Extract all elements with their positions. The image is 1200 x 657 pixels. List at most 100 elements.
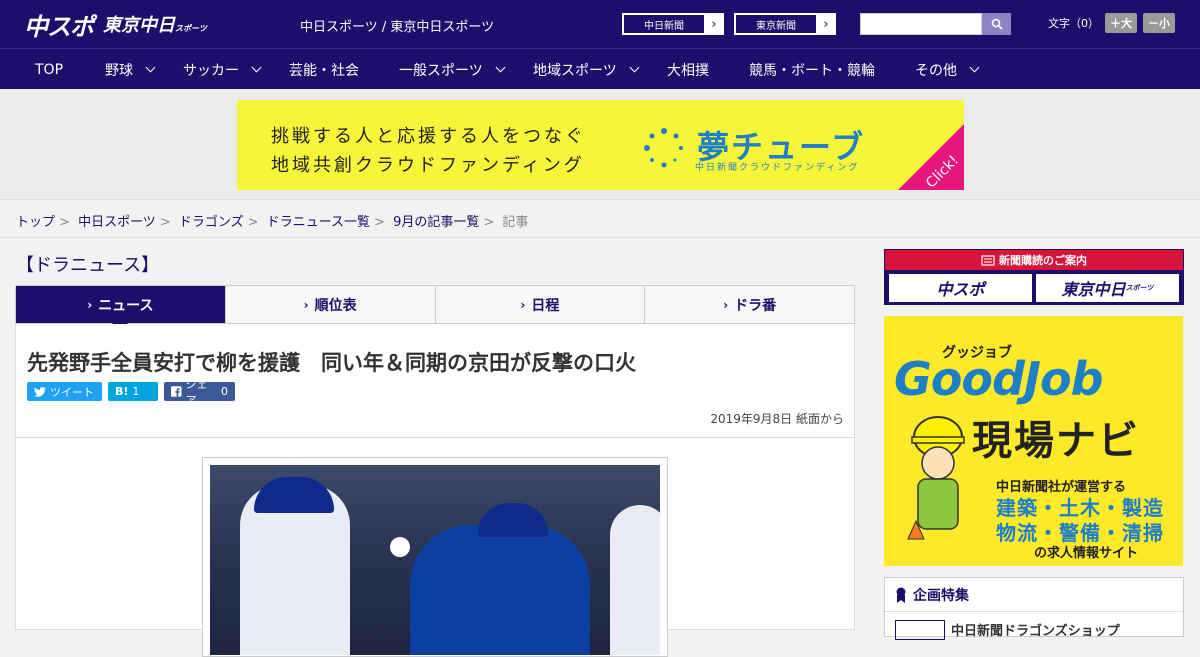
twitter-bird-icon: [34, 386, 46, 397]
nav-label: 地域スポーツ: [533, 62, 617, 79]
breadcrumb-september-list[interactable]: 9月の記事一覧: [393, 215, 479, 230]
nav-item-local-sports[interactable]: 地域スポーツ: [533, 49, 640, 90]
article-photo-frame: [202, 457, 668, 657]
section-tabs: › ニュース › 順位表 › 日程 › ドラ番: [15, 285, 855, 331]
chevron-down-icon: [495, 62, 506, 73]
site-name: 中日スポーツ / 東京中日スポーツ: [300, 20, 495, 35]
breadcrumb-dragons[interactable]: ドラゴンズ: [179, 215, 244, 230]
goodjob-navi: 現場ナビ: [972, 418, 1140, 464]
subscription-title: 新聞購読のご案内: [999, 254, 1087, 267]
tokyo-shimbun-link[interactable]: 東京新聞 ›: [734, 13, 836, 35]
chunichi-shimbun-link[interactable]: 中日新聞 ›: [622, 13, 724, 35]
chunichi-shimbun-label: 中日新聞: [623, 14, 705, 34]
subscribe-chuspo-button[interactable]: 中スポ: [889, 274, 1032, 302]
banner-line-1: 挑戦する人と応援する人をつなぐ: [271, 126, 586, 147]
worker-illustration-icon: [907, 416, 965, 540]
hatena-bookmark-button[interactable]: B! 1: [108, 382, 158, 401]
nav-item-sumo[interactable]: 大相撲: [667, 49, 709, 90]
facebook-count: 0: [221, 385, 228, 398]
feature-item[interactable]: 中日新聞ドラゴンズショップ: [885, 612, 1183, 640]
nav-label: 一般スポーツ: [399, 62, 483, 79]
tab-dora-ban[interactable]: › ドラ番: [645, 286, 854, 323]
font-size-label: 文字（0）: [1048, 17, 1099, 30]
font-size-control: 文字（0） ＋大 －小: [1048, 13, 1175, 33]
nav-label: 大相撲: [667, 62, 709, 79]
goodjob-line-4: の求人情報サイト: [1034, 546, 1139, 561]
nav-item-general-sports[interactable]: 一般スポーツ: [399, 49, 506, 90]
photo-player-center: [410, 525, 590, 655]
article: 先発野手全員安打で柳を援護 同い年＆同期の京田が反撃の口火 ツイート B! 1 …: [15, 324, 855, 657]
photo-cap-center: [478, 503, 548, 537]
tab-news[interactable]: › ニュース: [16, 286, 226, 331]
subscribe-tokyo-label: 東京中日: [1061, 280, 1126, 299]
breadcrumb-current: 記事: [502, 215, 529, 230]
tab-schedule[interactable]: › 日程: [436, 286, 646, 323]
breadcrumb-separator: >: [374, 215, 385, 230]
tab-label: ニュース: [98, 297, 154, 314]
crowdfunding-banner[interactable]: 挑戦する人と応援する人をつなぐ 地域共創クラウドファンディング 夢チューブ 中日…: [237, 100, 964, 190]
font-smaller-button[interactable]: －小: [1143, 13, 1175, 33]
subscribe-tokyo-chunichi-button[interactable]: 東京中日 スポーツ: [1036, 274, 1179, 302]
tweet-button[interactable]: ツイート: [27, 382, 102, 401]
tab-label: 日程: [531, 297, 560, 314]
breadcrumb-chuspo[interactable]: 中日スポーツ: [78, 215, 156, 230]
logo-tokyo-chunichi: 東京中日スポーツ: [103, 11, 207, 37]
nav-item-other[interactable]: その他: [915, 49, 980, 90]
nav-item-racing[interactable]: 競馬・ボート・競輪: [749, 49, 875, 90]
search-input[interactable]: [860, 13, 982, 35]
breadcrumb-top[interactable]: トップ: [16, 215, 55, 230]
feature-box: 企画特集 中日新聞ドラゴンズショップ: [884, 577, 1184, 640]
section-title: 【ドラニュース】: [16, 255, 160, 276]
tab-label: 順位表: [314, 297, 357, 314]
chevron-right-icon: ›: [711, 16, 717, 32]
article-date: 2019年9月8日 紙面から: [710, 412, 844, 426]
facebook-share-button[interactable]: シェア 0: [164, 378, 235, 407]
logo-chuspo: 中スポ: [24, 12, 94, 41]
nav-item-entertainment[interactable]: 芸能・社会: [289, 49, 359, 90]
logo-tokyo-main: 東京中日: [103, 15, 175, 36]
nav-item-baseball[interactable]: 野球: [105, 49, 156, 90]
goodjob-ad[interactable]: グッジョブ GoodJob 現場ナビ 中日新聞社が運営する 建築・土木・製造 物…: [884, 316, 1183, 566]
banner-brand-sub: 中日新聞クラウドファンディング: [695, 163, 860, 173]
breadcrumb-dora-news-list[interactable]: ドラニュース一覧: [267, 215, 370, 230]
font-larger-button[interactable]: ＋大: [1105, 13, 1137, 33]
banner-line-2: 地域共創クラウドファンディング: [271, 155, 585, 176]
main-content: 【ドラニュース】 › ニュース › 順位表 › 日程 › ドラ番 先発野手全員安打で柳を…: [0, 239, 1200, 657]
banner-area: 挑戦する人と応援する人をつなぐ 地域共創クラウドファンディング 夢チューブ 中日…: [0, 89, 1200, 200]
chevron-right-icon: ›: [87, 297, 93, 312]
chevron-down-icon: [969, 62, 980, 73]
chevron-down-icon: [145, 62, 156, 73]
facebook-icon: [171, 386, 182, 397]
divider: [16, 437, 854, 438]
search-button[interactable]: [982, 13, 1011, 35]
nav-item-top[interactable]: TOP: [35, 49, 63, 90]
search-box: [860, 13, 1011, 35]
article-headline: 先発野手全員安打で柳を援護 同い年＆同期の京田が反撃の口火: [27, 351, 636, 375]
breadcrumb-bar: トップ > 中日スポーツ > ドラゴンズ > ドラニュース一覧 > 9月の記事一覧 > 記…: [0, 200, 1200, 238]
site-logo[interactable]: 中スポ 東京中日スポーツ: [24, 8, 207, 41]
dream-tube-logo-icon: [644, 128, 683, 168]
chevron-down-icon: [251, 62, 262, 73]
breadcrumb-separator: >: [159, 215, 171, 230]
breadcrumb-separator: >: [59, 215, 70, 230]
tokyo-shimbun-label: 東京新聞: [735, 14, 817, 34]
chevron-right-icon: ›: [723, 297, 729, 312]
feature-item-label: 中日新聞ドラゴンズショップ: [951, 624, 1120, 639]
chevron-down-icon: [629, 62, 640, 73]
subscribe-tokyo-small: スポーツ: [1125, 284, 1154, 292]
photo-cap-left: [254, 477, 334, 513]
breadcrumb: トップ > 中日スポーツ > ドラゴンズ > ドラニュース一覧 > 9月の記事一覧 > 記…: [16, 211, 528, 230]
chevron-right-icon: ›: [303, 297, 309, 312]
nav-label: その他: [915, 62, 957, 79]
newspaper-icon: [981, 254, 995, 266]
article-photo[interactable]: [210, 465, 660, 655]
logo-tokyo-small: スポーツ: [175, 24, 207, 33]
subscription-header: 新聞購読のご案内: [885, 250, 1183, 270]
photo-player-right: [610, 505, 660, 655]
nav-label: 野球: [105, 62, 133, 79]
tab-standings[interactable]: › 順位表: [226, 286, 436, 323]
photo-baseball: [390, 537, 410, 557]
nav-label: 競馬・ボート・競輪: [749, 62, 875, 79]
nav-label: TOP: [35, 61, 64, 78]
nav-item-soccer[interactable]: サッカー: [183, 49, 262, 90]
